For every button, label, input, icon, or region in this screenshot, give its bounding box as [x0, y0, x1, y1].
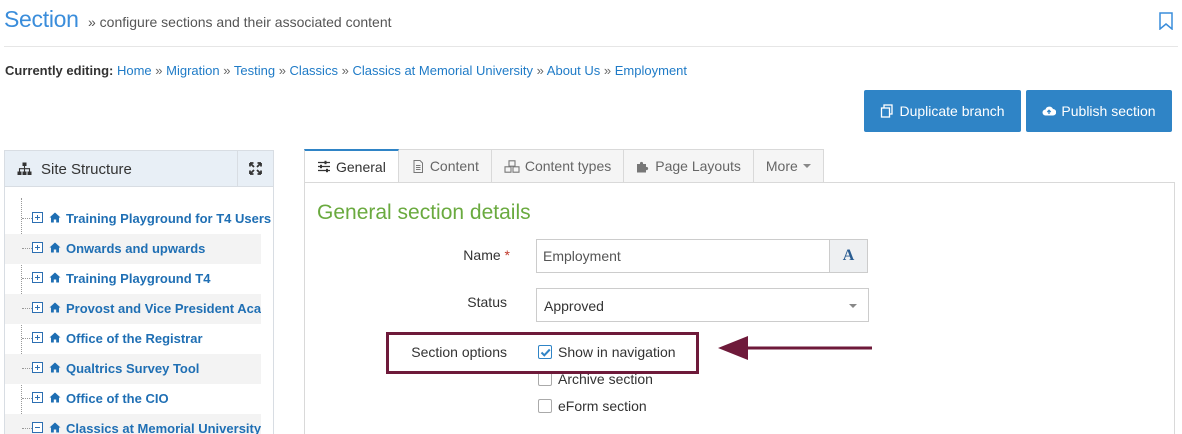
home-icon — [49, 422, 61, 433]
tab-content-label: Content — [429, 158, 479, 174]
tree-item-label[interactable]: Office of the CIO — [66, 391, 169, 406]
home-icon — [49, 302, 61, 313]
annotation-highlight-box — [386, 332, 699, 374]
home-icon — [49, 332, 61, 343]
site-structure-panel: Site Structure Training Playground for T… — [4, 150, 274, 434]
expand-toggle-icon[interactable] — [32, 392, 43, 403]
expand-toggle-icon[interactable] — [32, 212, 43, 223]
breadcrumb-classics-mun[interactable]: Classics at Memorial University — [352, 63, 533, 78]
status-label: Status — [467, 294, 507, 310]
tree-item-label[interactable]: Office of the Registrar — [66, 331, 203, 346]
site-structure-title: Site Structure — [41, 161, 132, 178]
bookmark-icon[interactable] — [1158, 12, 1174, 30]
tree-item[interactable]: Office of the Registrar — [5, 324, 275, 354]
document-icon — [413, 159, 423, 173]
expand-toggle-icon[interactable] — [32, 302, 43, 313]
tree-item-label[interactable]: Onwards and upwards — [66, 241, 205, 256]
breadcrumb-about-us[interactable]: About Us — [547, 63, 600, 78]
expand-toggle-icon[interactable] — [32, 242, 43, 253]
tab-more[interactable]: More — [753, 149, 824, 183]
tab-content-types[interactable]: Content types — [491, 149, 625, 183]
breadcrumb-label: Currently editing: — [5, 63, 114, 78]
status-select[interactable]: Approved — [536, 288, 869, 322]
caret-down-icon — [802, 164, 811, 168]
tree-item[interactable]: Office of the CIO — [5, 384, 275, 414]
expand-toggle-icon[interactable] — [32, 272, 43, 283]
breadcrumb: Currently editing: Home » Migration » Te… — [5, 63, 688, 78]
tree-item[interactable]: Provost and Vice President Academic — [5, 294, 261, 324]
breadcrumb-classics[interactable]: Classics — [290, 63, 338, 78]
sitemap-icon — [17, 162, 32, 175]
duplicate-branch-button[interactable]: Duplicate branch — [864, 90, 1021, 132]
tab-content-types-label: Content types — [524, 158, 612, 174]
tree-item[interactable]: Classics at Memorial University — [5, 414, 261, 434]
expand-icon[interactable] — [249, 162, 262, 175]
chevron-down-icon — [849, 304, 857, 308]
page-subtitle: » configure sections and their associate… — [88, 14, 392, 30]
archive-section-checkbox[interactable] — [538, 372, 552, 386]
breadcrumb-testing[interactable]: Testing — [234, 63, 275, 78]
name-input[interactable]: Employment A — [536, 239, 868, 273]
home-icon — [49, 242, 61, 253]
breadcrumb-employment[interactable]: Employment — [615, 63, 687, 78]
tree-item[interactable]: Onwards and upwards — [5, 234, 261, 264]
collapse-toggle-icon[interactable] — [32, 422, 43, 433]
tab-general[interactable]: General — [304, 149, 399, 183]
cubes-icon — [504, 159, 520, 173]
copy-icon — [881, 104, 894, 118]
duplicate-branch-label: Duplicate branch — [899, 103, 1005, 119]
name-input-value: Employment — [543, 248, 621, 264]
publish-section-button[interactable]: Publish section — [1026, 90, 1172, 132]
home-icon — [49, 362, 61, 373]
expand-toggle-icon[interactable] — [32, 362, 43, 373]
tree-item-label[interactable]: Provost and Vice President Academic — [66, 301, 261, 316]
cloud-upload-icon — [1042, 106, 1057, 116]
tree-item-label[interactable]: Training Playground T4 — [66, 271, 210, 286]
required-marker: * — [504, 247, 510, 263]
tab-content[interactable]: Content — [398, 149, 492, 183]
annotation-arrow-icon — [718, 336, 872, 360]
tree-item-label[interactable]: Qualtrics Survey Tool — [66, 361, 199, 376]
name-label: Name * — [463, 247, 510, 263]
page-title: Section — [4, 6, 79, 32]
puzzle-icon — [637, 161, 649, 172]
eform-section-checkbox[interactable] — [538, 399, 552, 413]
status-select-value: Approved — [544, 298, 604, 314]
sliders-icon — [318, 160, 330, 173]
expand-toggle-icon[interactable] — [32, 332, 43, 343]
panel-heading: General section details — [317, 201, 531, 224]
breadcrumb-migration[interactable]: Migration — [166, 63, 219, 78]
header-divider — [4, 46, 1178, 47]
home-icon — [49, 392, 61, 403]
site-structure-header: Site Structure — [5, 151, 273, 187]
publish-section-label: Publish section — [1061, 103, 1156, 119]
breadcrumb-home[interactable]: Home — [117, 63, 152, 78]
tree-item-label[interactable]: Training Playground for T4 Users — [66, 211, 271, 226]
tab-general-label: General — [336, 158, 386, 175]
tree-item[interactable]: Training Playground T4 — [5, 264, 275, 294]
eform-section-label[interactable]: eForm section — [558, 398, 647, 414]
tab-page-layouts-label: Page Layouts — [655, 158, 741, 174]
section-tabs: General Content Content types Page Layou… — [304, 149, 824, 183]
tree-item-label[interactable]: Classics at Memorial University — [66, 421, 261, 434]
home-icon — [49, 212, 61, 223]
site-tree: Training Playground for T4 Users Onwards… — [5, 198, 275, 434]
tree-item[interactable]: Training Playground for T4 Users — [5, 204, 275, 234]
text-format-button[interactable]: A — [829, 240, 867, 272]
home-icon — [49, 272, 61, 283]
tab-page-layouts[interactable]: Page Layouts — [624, 149, 754, 183]
tree-item[interactable]: Qualtrics Survey Tool — [5, 354, 261, 384]
tab-more-label: More — [765, 158, 798, 174]
